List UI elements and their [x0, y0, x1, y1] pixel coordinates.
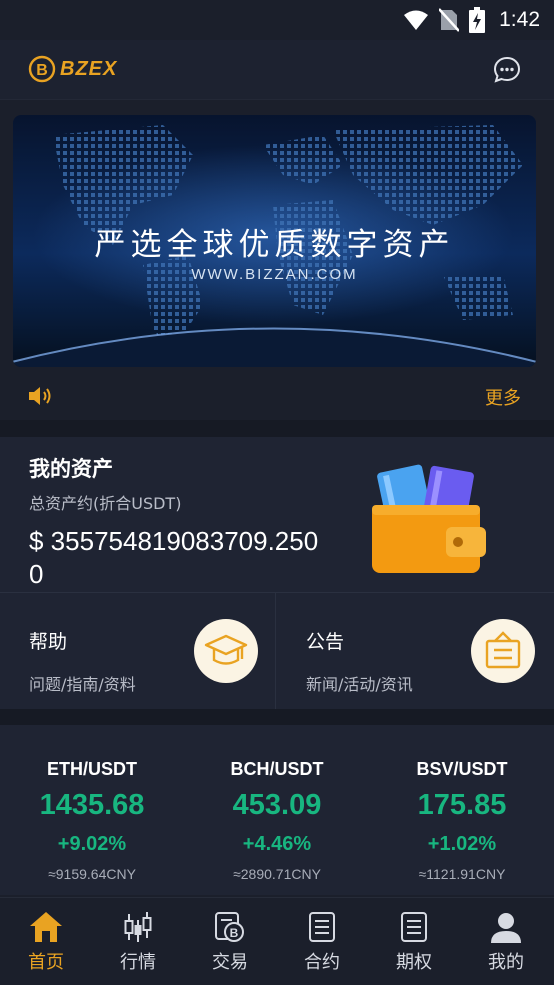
section-divider — [0, 420, 554, 437]
app-header: B BZEX — [0, 40, 554, 100]
bitcoin-logo-icon: B — [28, 55, 56, 83]
ticker-pair: BSV/USDT — [416, 759, 508, 779]
help-subtitle: 问题/指南/资料 — [29, 675, 136, 694]
ticker-cny: ≈9159.64CNY — [48, 866, 136, 882]
help-card[interactable]: 帮助 问题/指南/资料 — [0, 593, 276, 710]
ticker-price: 175.85 — [417, 789, 507, 821]
more-link[interactable]: 更多 — [485, 384, 521, 410]
wifi-icon — [404, 10, 429, 30]
tab-label: 行情 — [120, 952, 156, 973]
ticker-pair: ETH/USDT — [47, 759, 137, 779]
bottom-tab-bar: 首页 行情 B 交易 合约 期权 我的 — [0, 897, 554, 985]
speaker-icon — [29, 387, 51, 405]
no-sim-icon — [439, 8, 460, 32]
notice-bar: 更多 — [0, 372, 554, 420]
section-divider — [0, 709, 554, 725]
ticker-cny: ≈2890.71CNY — [233, 866, 321, 882]
ticker-pair: BCH/USDT — [230, 759, 324, 779]
tab-label: 我的 — [488, 952, 524, 973]
ticker-bsv[interactable]: BSV/USDT 175.85 +1.02% ≈1121.91CNY — [370, 725, 554, 895]
ticker-change: +4.46% — [242, 833, 312, 855]
promo-banner[interactable]: 严选全球优质数字资产 WWW.BIZZAN.COM — [13, 115, 536, 367]
market-tickers: ETH/USDT 1435.68 +9.02% ≈9159.64CNY BCH/… — [0, 725, 554, 895]
chat-icon[interactable] — [492, 55, 522, 85]
assets-total-value: $ 355754819083709.2500 — [29, 526, 319, 589]
tab-market[interactable]: 行情 — [92, 898, 184, 985]
banner-url: WWW.BIZZAN.COM — [191, 266, 358, 283]
assets-title: 我的资产 — [29, 457, 113, 481]
announcement-title: 公告 — [306, 631, 345, 653]
tab-label: 合约 — [304, 952, 340, 973]
tab-label: 交易 — [212, 952, 248, 973]
svg-text:B: B — [36, 62, 48, 79]
tab-label: 首页 — [28, 952, 64, 973]
exchange-icon: B — [215, 912, 244, 942]
bulletin-board-icon — [471, 619, 535, 683]
assets-panel[interactable]: 我的资产 总资产约(折合USDT) $ 355754819083709.2500 — [0, 437, 554, 592]
tab-options[interactable]: 期权 — [368, 898, 460, 985]
user-icon — [491, 913, 521, 943]
document-icon — [309, 912, 335, 942]
ticker-bch[interactable]: BCH/USDT 453.09 +4.46% ≈2890.71CNY — [185, 725, 369, 895]
tab-trade[interactable]: B 交易 — [184, 898, 276, 985]
brand-name: BZEX — [60, 57, 118, 80]
announcement-subtitle: 新闻/活动/资讯 — [306, 675, 413, 694]
graduation-cap-icon — [194, 619, 258, 683]
banner-title: 严选全球优质数字资产 — [94, 227, 455, 263]
status-bar: 1:42 — [0, 0, 554, 40]
candlestick-icon — [124, 912, 152, 942]
announcement-card[interactable]: 公告 新闻/活动/资讯 — [277, 593, 553, 710]
assets-subtitle: 总资产约(折合USDT) — [29, 494, 182, 513]
ticker-eth[interactable]: ETH/USDT 1435.68 +9.02% ≈9159.64CNY — [0, 725, 184, 895]
tab-contract[interactable]: 合约 — [276, 898, 368, 985]
document-icon — [401, 912, 427, 942]
wallet-icon — [372, 464, 486, 573]
ticker-price: 453.09 — [232, 789, 322, 821]
ticker-cny: ≈1121.91CNY — [418, 866, 506, 882]
quick-links: 帮助 问题/指南/资料 公告 新闻/活动/资讯 — [0, 592, 554, 710]
battery-charging-icon — [469, 7, 486, 33]
tab-label: 期权 — [396, 952, 432, 973]
tab-home[interactable]: 首页 — [0, 898, 92, 985]
tab-profile[interactable]: 我的 — [460, 898, 552, 985]
home-icon — [30, 912, 62, 942]
ticker-change: +1.02% — [427, 833, 497, 855]
svg-text:B: B — [230, 926, 239, 940]
help-title: 帮助 — [29, 631, 68, 653]
ticker-change: +9.02% — [57, 833, 127, 855]
ticker-price: 1435.68 — [39, 789, 145, 821]
clock-time: 1:42 — [499, 8, 540, 31]
brand-logo: B BZEX — [28, 55, 117, 83]
